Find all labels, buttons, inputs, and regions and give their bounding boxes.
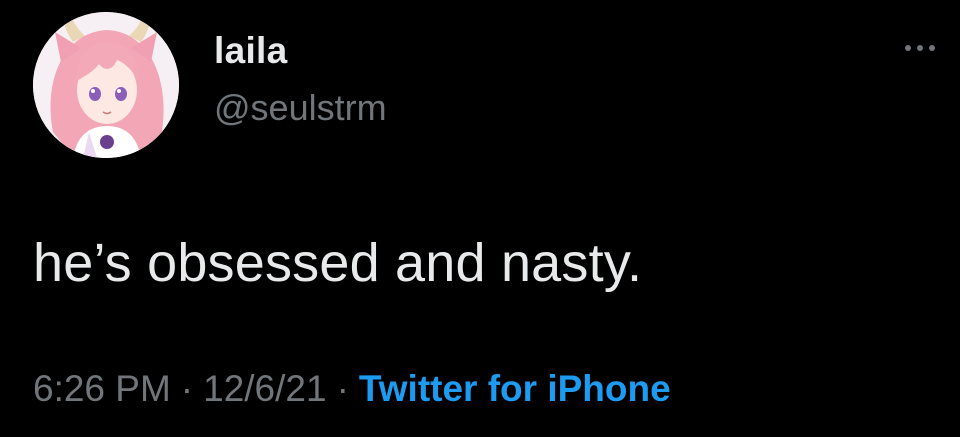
user-avatar[interactable]	[33, 12, 179, 158]
meta-separator: ·	[180, 368, 194, 409]
tweet-time[interactable]: 6:26 PM	[33, 368, 171, 409]
anime-character-avatar-image	[33, 12, 179, 158]
meta-separator: ·	[336, 368, 349, 409]
tweet-text: he’s obsessed and nasty.	[33, 233, 643, 293]
tweet-meta: 6:26 PM · 12/6/21 · Twitter for iPhone	[33, 368, 671, 410]
tweet-date[interactable]: 12/6/21	[203, 368, 326, 409]
tweet: laila @seulstrm he’s obsessed and nasty.…	[0, 0, 960, 437]
user-display-name[interactable]: laila	[214, 30, 288, 72]
user-handle[interactable]: @seulstrm	[214, 87, 387, 129]
tweet-source-link[interactable]: Twitter for iPhone	[359, 368, 671, 409]
ellipsis-icon	[905, 45, 935, 51]
more-options-button[interactable]	[898, 30, 942, 66]
